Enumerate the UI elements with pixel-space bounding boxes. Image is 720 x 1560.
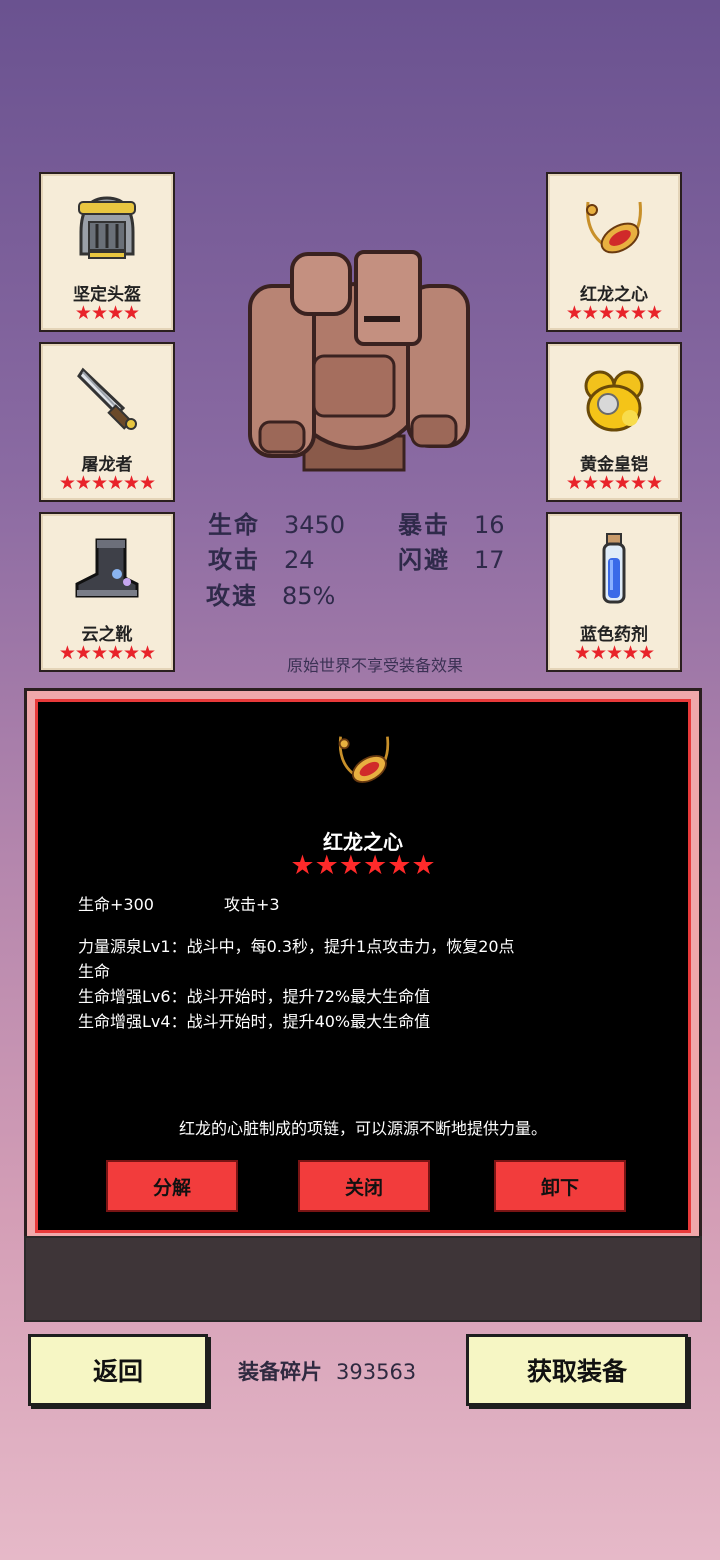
panel-footer-strip: [24, 1236, 702, 1322]
item-detail-panel: 红龙之心 ★★★★★★ 生命+300 攻击+3 力量源泉Lv1：战斗中，每0.3…: [24, 688, 702, 1244]
get-equipment-button[interactable]: 获取装备: [466, 1334, 688, 1406]
skill-line: 生命增强Lv4：战斗开始时，提升40%最大生命值: [78, 1012, 431, 1031]
bonus-atk: 攻击+3: [224, 895, 280, 914]
equipment-notice: 原始世界不享受装备效果: [286, 656, 463, 675]
stat-value: 85%: [282, 582, 336, 610]
star-rating: ★★★★★: [573, 642, 655, 664]
star-rating: ★★★★★★: [565, 472, 663, 494]
stat-value: 16: [474, 511, 505, 539]
skill-line: 生命: [78, 962, 111, 981]
stat-value: 3450: [284, 511, 346, 539]
stat-value: 17: [474, 546, 505, 574]
item-star-rating: ★★★★★★: [290, 850, 436, 881]
equip-slot-potion[interactable]: 蓝色药剂 ★★★★★: [546, 512, 682, 672]
stat-atk: 攻击 24: [208, 540, 315, 575]
shards-value: 393563: [336, 1360, 417, 1384]
dagger-icon: [77, 367, 137, 430]
unequip-button[interactable]: 卸下: [494, 1160, 626, 1212]
star-rating: ★★★★: [74, 302, 140, 324]
stat-label: 攻速: [206, 582, 258, 610]
stat-label: 攻击: [208, 546, 260, 574]
stat-label: 生命: [208, 511, 260, 539]
skill-line: 生命增强Lv6：战斗开始时，提升72%最大生命值: [78, 987, 431, 1006]
decompose-button[interactable]: 分解: [106, 1160, 238, 1212]
stat-value: 24: [284, 546, 315, 574]
ruby-necklace-icon: [586, 201, 642, 254]
star-rating: ★★★★★★: [565, 302, 663, 324]
equipment-shards: 装备碎片 393563: [238, 1356, 416, 1386]
back-button[interactable]: 返回: [28, 1334, 208, 1406]
ruby-necklace-icon: [338, 736, 390, 783]
star-rating: ★★★★★★: [58, 472, 156, 494]
blue-potion-icon: [602, 533, 626, 604]
stat-label: 暴击: [398, 511, 450, 539]
knight-helmet-icon: [78, 196, 136, 259]
item-detail-content: 红龙之心 ★★★★★★ 生命+300 攻击+3 力量源泉Lv1：战斗中，每0.3…: [35, 699, 691, 1233]
equip-slot-helmet[interactable]: 坚定头盔 ★★★★: [39, 172, 175, 332]
star-rating: ★★★★★★: [58, 642, 156, 664]
equip-slot-boots[interactable]: 云之靴 ★★★★★★: [39, 512, 175, 672]
item-description: 红龙的心脏制成的项链，可以源源不断地提供力量。: [178, 1119, 547, 1138]
equip-slot-armor[interactable]: 黄金皇铠 ★★★★★★: [546, 342, 682, 502]
equip-slot-necklace[interactable]: 红龙之心 ★★★★★★: [546, 172, 682, 332]
stat-hp: 生命 3450: [208, 505, 345, 540]
close-button[interactable]: 关闭: [298, 1160, 430, 1212]
golden-armor-icon: [584, 370, 644, 432]
skill-line: 力量源泉Lv1：战斗中，每0.3秒，提升1点攻击力，恢复20点: [78, 937, 515, 956]
stat-crit: 暴击 16: [398, 505, 505, 540]
stat-attack-speed: 攻速 85%: [206, 576, 335, 611]
shards-label: 装备碎片: [238, 1360, 322, 1384]
boot-icon: [75, 538, 139, 598]
stat-label: 闪避: [398, 546, 450, 574]
bonus-hp: 生命+300: [78, 895, 154, 914]
stat-dodge: 闪避 17: [398, 540, 505, 575]
stone-golem-icon: [248, 250, 470, 472]
equip-slot-weapon[interactable]: 屠龙者 ★★★★★★: [39, 342, 175, 502]
